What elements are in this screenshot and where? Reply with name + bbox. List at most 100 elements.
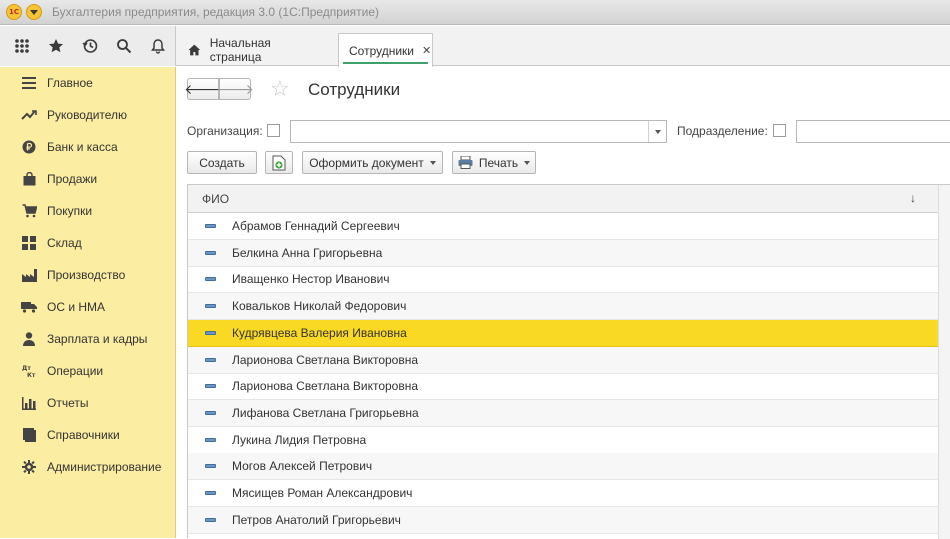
print-button[interactable]: Печать — [452, 151, 536, 174]
table-row[interactable]: Могов Алексей Петрович — [188, 453, 938, 481]
gear-icon — [19, 460, 39, 474]
sidebar-item-production[interactable]: Производство — [0, 259, 176, 291]
sidebar-item-purchases[interactable]: Покупки — [0, 195, 176, 227]
sidebar-item-manager[interactable]: Руководителю — [0, 99, 176, 131]
main-menu-dropdown-icon[interactable] — [26, 4, 42, 20]
organization-dropdown-icon[interactable] — [648, 121, 666, 142]
toolbar-row: Начальная страница Сотрудники ✕ — [0, 26, 950, 67]
sidebar-item-warehouse[interactable]: Склад — [0, 227, 176, 259]
element-marker-icon — [205, 330, 216, 335]
sidebar-item-label: Банк и касса — [47, 140, 118, 154]
tab-employees[interactable]: Сотрудники ✕ — [338, 33, 433, 67]
sidebar-item-label: Руководителю — [47, 108, 128, 122]
make-document-label: Оформить документ — [309, 155, 424, 170]
table-row[interactable]: Ковальков Николай Федорович — [188, 293, 938, 321]
element-marker-icon — [205, 224, 216, 228]
element-marker-icon — [205, 357, 216, 362]
table-row[interactable]: Петров Анатолий Григорьевич — [188, 506, 938, 534]
table-row[interactable]: Ларионова Светлана Викторовна — [188, 373, 938, 401]
printer-icon — [458, 156, 473, 169]
department-label: Подразделение: — [677, 124, 768, 138]
svg-text:Кт: Кт — [27, 372, 36, 378]
print-label: Печать — [478, 155, 519, 170]
menu-lines-icon — [19, 77, 39, 89]
ruble-coin-icon — [19, 140, 39, 154]
sidebar-item-label: Продажи — [47, 172, 98, 186]
element-marker-icon — [205, 464, 216, 469]
sidebar-item-operations[interactable]: Дт Кт Операции — [0, 355, 176, 387]
table-row[interactable]: Иващенко Нестор Иванович — [188, 266, 938, 294]
sidebar-item-label: Покупки — [47, 204, 93, 218]
sidebar-item-fixed-assets[interactable]: ОС и НМА — [0, 291, 176, 323]
sidebar-item-salary[interactable]: Зарплата и кадры — [0, 323, 176, 355]
sidebar-item-bank[interactable]: Банк и касса — [0, 131, 176, 163]
sidebar-item-reports[interactable]: Отчеты — [0, 387, 176, 419]
sidebar-item-label: ОС и НМА — [47, 300, 106, 314]
dt-kt-icon: Дт Кт — [19, 364, 39, 378]
bar-chart-icon — [19, 396, 39, 410]
search-icon[interactable] — [107, 26, 141, 66]
element-marker-icon — [205, 277, 216, 282]
truck-icon — [19, 301, 39, 313]
tab-home-label: Начальная страница — [209, 35, 271, 64]
shopping-bag-icon — [19, 172, 39, 186]
organization-label: Организация: — [187, 124, 263, 138]
apps-grid-icon[interactable] — [5, 26, 39, 66]
create-button-label: Создать — [199, 155, 245, 170]
trend-up-icon — [19, 109, 39, 121]
add-document-icon — [272, 155, 286, 170]
sidebar-item-label: Операции — [47, 364, 104, 378]
table-row[interactable]: Лукина Лидия Петровна — [188, 427, 938, 454]
element-marker-icon — [205, 517, 216, 522]
quick-tools — [0, 26, 176, 66]
organization-field[interactable] — [290, 120, 667, 143]
favorite-star-icon[interactable]: ☆ — [270, 78, 290, 100]
element-marker-icon — [205, 491, 216, 495]
arrow-right-icon: 🡒 — [216, 80, 254, 97]
table-row[interactable]: Белкина Анна Григорьевна — [188, 239, 938, 267]
close-icon[interactable]: ✕ — [422, 44, 431, 57]
create-copy-button[interactable] — [265, 151, 293, 174]
employee-name: Абрамов Геннадий Сергеевич — [232, 219, 400, 233]
book-icon — [19, 428, 39, 442]
forward-button[interactable]: 🡒 — [216, 78, 254, 100]
sidebar-item-administration[interactable]: Администрирование — [0, 451, 176, 483]
employee-name: Лифанова Светлана Григорьевна — [232, 405, 419, 420]
tab-employees-label: Сотрудники — [349, 43, 414, 58]
notifications-bell-icon[interactable] — [141, 26, 175, 66]
element-marker-icon — [205, 304, 216, 309]
sort-arrow-down-icon[interactable]: ↓ — [910, 191, 916, 205]
column-header-fio[interactable]: ФИО — [202, 192, 229, 206]
home-icon — [188, 44, 201, 55]
vertical-scrollbar[interactable] — [938, 185, 950, 539]
table-row[interactable]: Мясищев Роман Александрович — [188, 480, 938, 507]
tab-home[interactable]: Начальная страница — [178, 33, 333, 66]
sidebar: Главное Руководителю Банк и касса Продаж… — [0, 67, 176, 538]
organization-checkbox[interactable] — [267, 124, 280, 137]
sidebar-item-label: Справочники — [47, 428, 120, 442]
employees-table: ФИО ↓ Абрамов Геннадий Сергеевич Белкина … — [187, 184, 950, 539]
sidebar-item-directories[interactable]: Справочники — [0, 419, 176, 451]
table-row[interactable]: Кудрявцева Валерия Ивановна — [188, 319, 938, 347]
create-button[interactable]: Создать — [187, 151, 257, 174]
favorites-star-icon[interactable] — [39, 26, 73, 66]
table-row[interactable]: Лифанова Светлана Григорьевна — [188, 399, 938, 427]
make-document-button[interactable]: Оформить документ — [302, 151, 443, 174]
sidebar-item-label: Склад — [47, 236, 82, 250]
table-row[interactable]: Абрамов Геннадий Сергеевич — [188, 213, 938, 240]
element-marker-icon — [205, 384, 216, 389]
app-logo-icon[interactable]: 1С — [6, 4, 22, 20]
element-marker-icon — [205, 250, 216, 255]
sidebar-item-sales[interactable]: Продажи — [0, 163, 176, 195]
sidebar-item-main[interactable]: Главное — [0, 67, 176, 99]
department-field[interactable] — [796, 120, 950, 143]
department-checkbox[interactable] — [773, 124, 786, 137]
employee-name: Могов Алексей Петрович — [232, 459, 373, 474]
history-icon[interactable] — [73, 26, 107, 66]
table-row[interactable]: Ларионова Светлана Викторовна — [188, 346, 938, 374]
table-header: ФИО ↓ — [188, 185, 938, 213]
employee-name: Петров Анатолий Григорьевич — [232, 512, 401, 527]
sidebar-item-label: Администрирование — [47, 460, 162, 474]
factory-icon — [19, 268, 39, 282]
back-button[interactable]: 🡐 — [184, 78, 222, 100]
